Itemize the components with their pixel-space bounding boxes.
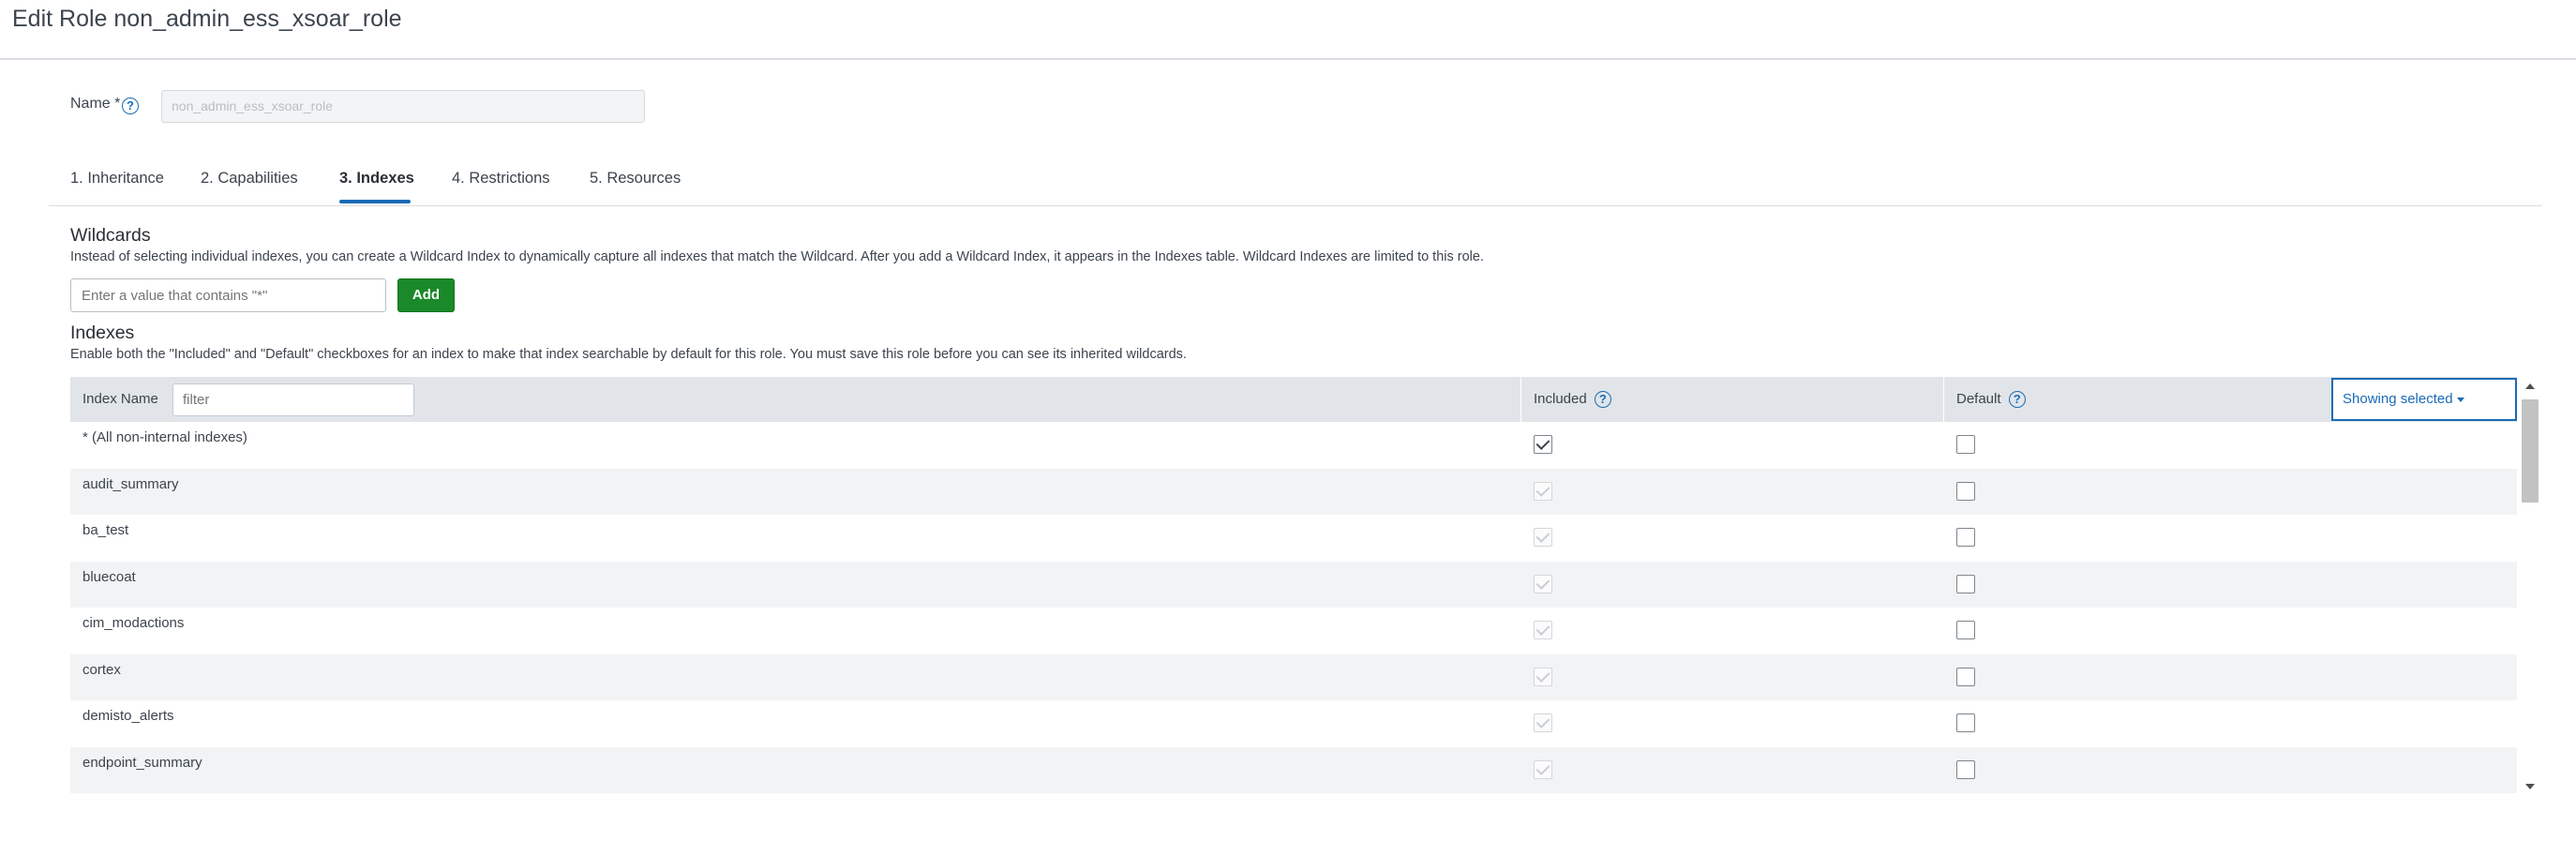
default-checkbox[interactable] xyxy=(1956,528,1975,547)
column-divider xyxy=(1520,377,1521,422)
included-checkbox xyxy=(1534,713,1552,732)
caret-down-icon xyxy=(2456,397,2464,402)
index-name: cortex xyxy=(82,661,121,678)
included-checkbox xyxy=(1534,528,1552,547)
included-checkbox[interactable] xyxy=(1534,435,1552,454)
page-header: Edit Role non_admin_ess_xsoar_role xyxy=(0,0,2576,60)
index-name: bluecoat xyxy=(82,568,136,585)
included-checkbox xyxy=(1534,759,1552,779)
default-checkbox[interactable] xyxy=(1956,621,1975,639)
column-index-name: Index Name xyxy=(82,391,158,407)
indexes-table: Index Name Included ? Default ? Showing … xyxy=(70,377,2517,795)
index-name: audit_summary xyxy=(82,475,179,492)
default-checkbox[interactable] xyxy=(1956,481,1975,501)
index-name: * (All non-internal indexes) xyxy=(82,429,247,445)
column-divider xyxy=(1943,377,1944,422)
name-label: Name * xyxy=(70,96,121,112)
default-checkbox[interactable] xyxy=(1956,713,1975,732)
page-title: Edit Role non_admin_ess_xsoar_role xyxy=(12,6,402,32)
tab-inheritance[interactable]: 1. Inheritance xyxy=(70,170,164,188)
table-row: demisto_alerts xyxy=(70,700,2517,747)
column-default: Default ? xyxy=(1956,391,2026,409)
wildcards-title: Wildcards xyxy=(70,225,151,246)
add-wildcard-button[interactable]: Add xyxy=(397,278,455,312)
column-included-label: Included xyxy=(1534,391,1587,407)
table-row: ba_test xyxy=(70,515,2517,562)
index-name: ba_test xyxy=(82,522,129,538)
default-checkbox[interactable] xyxy=(1956,574,1975,593)
active-tab-indicator xyxy=(339,200,411,203)
included-checkbox xyxy=(1534,621,1552,639)
scroll-down-arrow-icon[interactable] xyxy=(2525,784,2535,789)
tab-capabilities[interactable]: 2. Capabilities xyxy=(201,170,298,188)
table-row: cortex xyxy=(70,653,2517,700)
table-row: * (All non-internal indexes) xyxy=(70,422,2517,469)
name-input[interactable]: non_admin_ess_xsoar_role xyxy=(161,90,645,123)
index-filter-input[interactable] xyxy=(172,383,414,416)
wildcards-description: Instead of selecting individual indexes,… xyxy=(70,249,1484,264)
index-name: cim_modactions xyxy=(82,615,185,631)
indexes-title: Indexes xyxy=(70,323,135,343)
wildcard-input[interactable] xyxy=(70,278,386,312)
question-circle-icon[interactable]: ? xyxy=(2008,391,2026,409)
scroll-up-arrow-icon[interactable] xyxy=(2525,383,2535,389)
question-circle-icon[interactable]: ? xyxy=(122,98,139,114)
index-name: endpoint_summary xyxy=(82,754,202,771)
included-checkbox xyxy=(1534,481,1552,501)
index-name: demisto_alerts xyxy=(82,708,174,724)
default-checkbox[interactable] xyxy=(1956,759,1975,779)
default-checkbox[interactable] xyxy=(1956,667,1975,686)
table-scrollbar[interactable] xyxy=(2520,379,2540,797)
tabs-divider xyxy=(49,205,2542,206)
question-circle-icon[interactable]: ? xyxy=(1594,391,1611,409)
tab-resources[interactable]: 5. Resources xyxy=(590,170,681,188)
table-row: endpoint_summary xyxy=(70,746,2517,793)
included-checkbox xyxy=(1534,574,1552,593)
included-checkbox xyxy=(1534,667,1552,686)
table-row: bluecoat xyxy=(70,561,2517,608)
showing-selected-label: Showing selected xyxy=(2343,391,2453,407)
scroll-thumb[interactable] xyxy=(2522,399,2539,503)
showing-selected-dropdown[interactable]: Showing selected xyxy=(2331,378,2517,421)
indexes-description: Enable both the "Included" and "Default"… xyxy=(70,347,1187,362)
table-row: audit_summary xyxy=(70,468,2517,515)
column-default-label: Default xyxy=(1956,391,2001,407)
tab-indexes[interactable]: 3. Indexes xyxy=(339,170,414,188)
column-included: Included ? xyxy=(1534,391,1611,409)
tab-restrictions[interactable]: 4. Restrictions xyxy=(452,170,550,188)
table-row: cim_modactions xyxy=(70,608,2517,654)
default-checkbox[interactable] xyxy=(1956,435,1975,454)
table-header: Index Name Included ? Default ? Showing … xyxy=(70,377,2517,422)
